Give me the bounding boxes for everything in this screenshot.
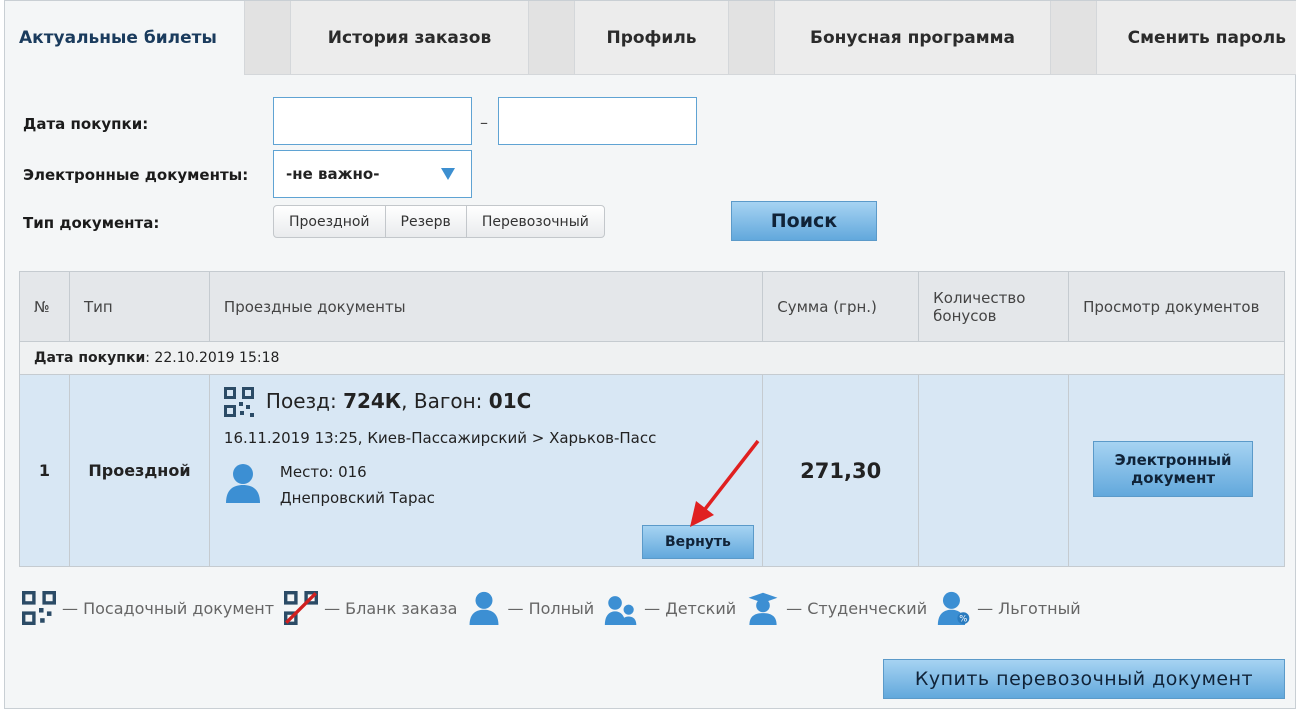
row-docs-cell: Поезд: 724К, Вагон: 01С 16.11.2019 13:25… (208, 374, 764, 567)
train-label: Поезд: (265, 389, 344, 413)
group-date-row: Дата покупки: 22.10.2019 15:18 (19, 341, 1285, 375)
edocs-label: Электронные документы: (23, 166, 249, 184)
qr-boarding-icon (22, 591, 56, 625)
edoc-line1: Электронный (1114, 451, 1232, 469)
col-docs-header: Проездные документы (208, 271, 764, 342)
wagon-number: 01С (488, 389, 532, 413)
discount-icon: % (937, 591, 970, 625)
col-bonus-header: Количество бонусов (918, 271, 1070, 342)
legend-discount-text: — Льготный (977, 598, 1081, 618)
row-num: 1 (19, 374, 70, 567)
tab-profile[interactable]: Профиль (575, 1, 729, 75)
tab-change-password[interactable]: Сменить пароль (1097, 1, 1296, 75)
electronic-document-button[interactable]: Электронный документ (1093, 441, 1254, 497)
row-view-cell: Электронный документ (1068, 374, 1285, 567)
edocs-selected-value: -не важно- (286, 165, 380, 183)
chevron-down-icon (441, 168, 455, 180)
route-info: 16.11.2019 13:25, Киев-Пассажирский > Ха… (223, 429, 657, 447)
date-to-input[interactable] (498, 97, 697, 145)
tab-spacer (245, 1, 291, 75)
tickets-panel: Актуальные билеты История заказов Профил… (4, 0, 1296, 709)
row-bonus (918, 374, 1070, 567)
col-sum-header: Сумма (грн.) (762, 271, 920, 342)
doc-type-reserve[interactable]: Резерв (386, 206, 467, 237)
edocs-select[interactable]: -не важно- (273, 150, 472, 198)
qr-crossed-icon (284, 591, 319, 625)
passenger-name: Днепровский Тарас (279, 489, 435, 507)
tab-spacer (729, 1, 775, 75)
tickets-table: № Тип Проездные документы Сумма (грн.) К… (19, 271, 1285, 567)
legend: — Посадочный документ — Бланк заказа — П… (22, 591, 1091, 625)
date-from-input[interactable] (273, 97, 472, 145)
purchase-date-label: Дата покупки: (23, 115, 149, 133)
legend-child-text: — Детский (644, 598, 737, 618)
tab-current-tickets[interactable]: Актуальные билеты (5, 1, 245, 75)
doc-type-travel[interactable]: Проездной (274, 206, 386, 237)
doc-type-label: Тип документа: (23, 214, 160, 232)
legend-boarding-text: — Посадочный документ (62, 598, 275, 618)
seat-info: Место: 016 (279, 463, 367, 481)
group-date-value: : 22.10.2019 15:18 (145, 350, 280, 366)
edoc-line2: документ (1131, 469, 1216, 487)
doc-type-segmented: Проездной Резерв Перевозочный (273, 205, 605, 238)
col-num-header: № (19, 271, 70, 342)
table-row: 1 Проездной Поезд: 724К, Вагон: 01С 16.1… (19, 374, 1285, 567)
legend-full-text: — Полный (507, 598, 595, 618)
col-type-header: Тип (68, 271, 210, 342)
date-separator: – (480, 113, 488, 132)
tab-spacer (1051, 1, 1097, 75)
buy-transport-document-button[interactable]: Купить перевозочный документ (883, 659, 1285, 699)
person-full-icon (470, 591, 499, 625)
qr-boarding-icon (223, 387, 254, 417)
train-number: 724К (343, 389, 402, 413)
table-header-row: № Тип Проездные документы Сумма (грн.) К… (19, 271, 1285, 342)
doc-type-transport[interactable]: Перевозочный (467, 206, 604, 237)
tab-bar: Актуальные билеты История заказов Профил… (5, 1, 1296, 75)
col-view-header: Просмотр документов (1068, 271, 1285, 342)
child-icon (604, 596, 637, 625)
person-full-icon (225, 464, 260, 503)
group-date-label: Дата покупки (34, 350, 146, 366)
tab-order-history[interactable]: История заказов (291, 1, 529, 75)
row-sum: 271,30 (762, 374, 920, 567)
legend-student-text: — Студенческий (786, 598, 928, 618)
row-type: Проездной (68, 374, 210, 567)
legend-order-blank-text: — Бланк заказа (324, 598, 458, 618)
search-button[interactable]: Поиск (731, 201, 877, 241)
student-icon (748, 592, 778, 625)
train-info: Поезд: 724К, Вагон: 01С (266, 389, 531, 413)
wagon-label: , Вагон: (401, 389, 489, 413)
tab-bonus-program[interactable]: Бонусная программа (775, 1, 1051, 75)
group-date-cell: Дата покупки: 22.10.2019 15:18 (19, 341, 1285, 375)
tab-spacer (529, 1, 575, 75)
svg-text:%: % (959, 615, 967, 625)
annotation-arrow (689, 439, 760, 527)
